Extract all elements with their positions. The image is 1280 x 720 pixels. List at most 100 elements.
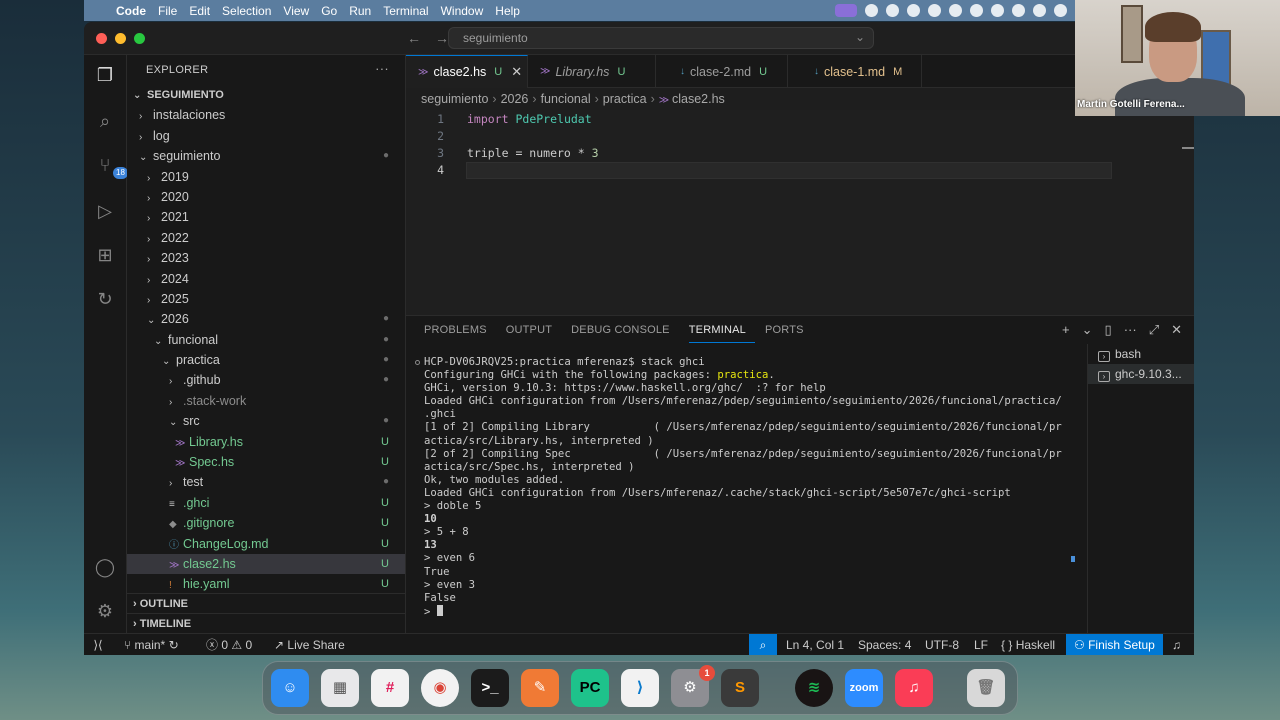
tree-item-src[interactable]: ⌄ src ● — [127, 411, 405, 431]
problems-status[interactable]: ⓧ 0 ⚠ 0 — [206, 634, 252, 655]
breadcrumb-item[interactable]: 2026 — [501, 92, 529, 106]
tab-debug-console[interactable]: DEBUG CONSOLE — [571, 324, 679, 343]
trash-icon[interactable]: 🗑 — [967, 669, 1005, 707]
tree-item-hie-yaml[interactable]: ! hie.yaml U — [127, 574, 405, 594]
more-actions-icon[interactable]: ··· — [375, 61, 389, 76]
tree-item-log[interactable]: › log — [127, 126, 405, 146]
maximize-panel-icon[interactable]: ⤢ — [1149, 322, 1159, 338]
tray-icon-7[interactable] — [991, 4, 1004, 17]
remote-explorer-icon[interactable]: ↻ — [93, 287, 117, 311]
menu-window[interactable]: Window — [435, 4, 490, 18]
sync-icon[interactable]: ↻ — [169, 638, 179, 652]
tab-clase-1-md[interactable]: ↓ clase-1.md M — [788, 55, 922, 88]
encoding[interactable]: UTF-8 — [925, 634, 959, 655]
screen-share-icon[interactable] — [835, 4, 857, 17]
command-center-search[interactable]: seguimiento ⌄ — [448, 27, 874, 49]
tree-root[interactable]: ⌄ SEGUIMIENTO — [127, 85, 405, 105]
tree-item-instalaciones[interactable]: › instalaciones — [127, 105, 405, 125]
finish-setup-button[interactable]: ⚇ Finish Setup — [1066, 634, 1163, 655]
menu-selection[interactable]: Selection — [216, 4, 277, 18]
tab-library-hs[interactable]: ≫ Library.hs U — [528, 55, 656, 88]
finder-icon[interactable]: ☺ — [271, 669, 309, 707]
live-share-button[interactable]: ↗ Live Share — [274, 634, 345, 655]
breadcrumb-item[interactable]: seguimiento — [421, 92, 488, 106]
run-debug-icon[interactable]: ▷ — [93, 199, 117, 223]
tree-item-2022[interactable]: › 2022 — [127, 228, 405, 248]
tray-icon-3[interactable] — [907, 4, 920, 17]
close-tab-icon[interactable]: ✕ — [511, 64, 522, 80]
tree-item-2021[interactable]: › 2021 — [127, 207, 405, 227]
tab-clase2-hs[interactable]: ≫ clase2.hs U ✕ — [406, 55, 528, 88]
cursor-position[interactable]: Ln 4, Col 1 — [786, 634, 844, 655]
tab-problems[interactable]: PROBLEMS — [424, 324, 496, 343]
tray-icon-4[interactable] — [928, 4, 941, 17]
manage-gear-icon[interactable]: ⚙ — [93, 599, 117, 623]
more-actions-icon[interactable]: ··· — [1124, 322, 1137, 338]
slack-icon[interactable]: # — [371, 669, 409, 707]
tree-item-2023[interactable]: › 2023 — [127, 248, 405, 268]
terminal-output[interactable]: HCP-DV06JRQV25:practica mferenaz$ stack … — [424, 356, 1074, 619]
menu-help[interactable]: Help — [489, 4, 526, 18]
source-control-icon[interactable]: ⑂ 18 — [93, 153, 128, 179]
new-terminal-icon[interactable]: + — [1062, 322, 1070, 338]
tree-item-seguimiento[interactable]: ⌄ seguimiento ● — [127, 146, 405, 166]
tree-item-ghci[interactable]: ≡ .ghci U — [127, 493, 405, 513]
pencil-app-icon[interactable]: ✎ — [521, 669, 559, 707]
tree-item-2020[interactable]: › 2020 — [127, 187, 405, 207]
code-editor[interactable]: 1 import PdePreludat 2 3 triple = numero *… — [406, 110, 1194, 315]
sublime-text-icon[interactable]: S — [721, 669, 759, 707]
tree-item-gitignore[interactable]: ◆ .gitignore U — [127, 513, 405, 533]
tray-icon-1[interactable] — [865, 4, 878, 17]
system-settings-icon[interactable]: ⚙ 1 — [671, 665, 715, 707]
extensions-icon[interactable]: ⊞ — [93, 243, 117, 267]
tray-icon-8[interactable] — [1012, 4, 1025, 17]
tab-output[interactable]: OUTPUT — [506, 324, 561, 343]
remote-icon[interactable]: ⟩⟨ — [84, 634, 112, 655]
menu-edit[interactable]: Edit — [183, 4, 216, 18]
breadcrumb-item[interactable]: funcional — [541, 92, 591, 106]
tab-ports[interactable]: PORTS — [765, 324, 813, 343]
search-icon[interactable]: ⌕ — [93, 109, 117, 133]
control-center-icon[interactable] — [1054, 4, 1067, 17]
indentation[interactable]: Spaces: 4 — [858, 634, 911, 655]
tree-item-changelog-md[interactable]: ⓘ ChangeLog.md U — [127, 534, 405, 554]
music-icon[interactable]: ♫ — [895, 669, 933, 707]
tree-item-2019[interactable]: › 2019 — [127, 167, 405, 187]
tree-item-clase2-hs[interactable]: ≫ clase2.hs U — [127, 553, 405, 575]
close-panel-icon[interactable]: ✕ — [1171, 322, 1182, 338]
menu-view[interactable]: View — [277, 4, 315, 18]
close-window-button[interactable] — [96, 33, 107, 44]
tree-item-spec-hs[interactable]: ≫ Spec.hs U — [127, 452, 405, 472]
terminal-item-bash[interactable]: › bash — [1088, 344, 1194, 364]
copilot-icon[interactable]: ⌄ — [855, 30, 865, 44]
branch-status[interactable]: ⑂ main* ↻ — [124, 634, 179, 655]
notifications-bell-icon[interactable]: ♫ — [1172, 634, 1181, 655]
tree-item-funcional[interactable]: ⌄ funcional ● — [127, 330, 405, 350]
tree-item-practica[interactable]: ⌄ practica ● — [127, 350, 405, 370]
account-icon[interactable]: ◯ — [93, 555, 117, 579]
forward-arrow-icon[interactable]: → — [435, 30, 449, 46]
split-terminal-icon[interactable]: ▯ — [1105, 322, 1112, 338]
tree-item-2026[interactable]: ⌄ 2026 ● — [127, 309, 405, 329]
terminal-app-icon[interactable]: >_ — [471, 669, 509, 707]
maximize-window-button[interactable] — [134, 33, 145, 44]
breadcrumb-item[interactable]: clase2.hs — [672, 92, 725, 106]
back-arrow-icon[interactable]: ← — [407, 30, 421, 46]
tray-icon-2[interactable] — [886, 4, 899, 17]
menu-app[interactable]: Code — [110, 4, 152, 18]
wifi-icon[interactable] — [1033, 4, 1046, 17]
breadcrumb-item[interactable]: practica — [603, 92, 647, 106]
vscode-icon[interactable]: ⟩ — [621, 669, 659, 707]
tree-item-github[interactable]: › .github ● — [127, 370, 405, 390]
tree-item-stack-work[interactable]: › .stack-work — [127, 391, 405, 411]
chrome-icon[interactable]: ◉ — [421, 669, 459, 707]
outline-section[interactable]: › OUTLINE — [127, 593, 405, 613]
language-mode[interactable]: { } Haskell — [1001, 634, 1055, 655]
tab-terminal[interactable]: TERMINAL — [688, 324, 755, 343]
timeline-section[interactable]: › TIMELINE — [127, 613, 405, 633]
explorer-icon[interactable]: ❐ — [93, 63, 117, 87]
terminal-item-ghc[interactable]: › ghc-9.10.3... — [1088, 364, 1194, 384]
zoom-icon[interactable]: ⌕ — [749, 634, 777, 655]
tray-icon-5[interactable] — [949, 4, 962, 17]
chevron-down-icon[interactable]: ⌄ — [1082, 322, 1093, 338]
